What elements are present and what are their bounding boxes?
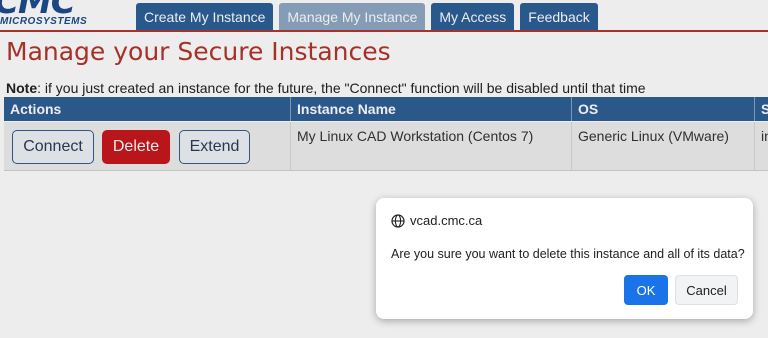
- cancel-button[interactable]: Cancel: [675, 275, 738, 305]
- globe-icon: [391, 214, 405, 228]
- dialog-origin: vcad.cmc.ca: [410, 213, 483, 228]
- page: CMC MICROSYSTEMS Create My Instance Mana…: [0, 0, 768, 338]
- ok-button[interactable]: OK: [624, 275, 668, 305]
- confirm-dialog: vcad.cmc.ca Are you sure you want to del…: [376, 198, 753, 319]
- dialog-message: Are you sure you want to delete this ins…: [391, 247, 745, 261]
